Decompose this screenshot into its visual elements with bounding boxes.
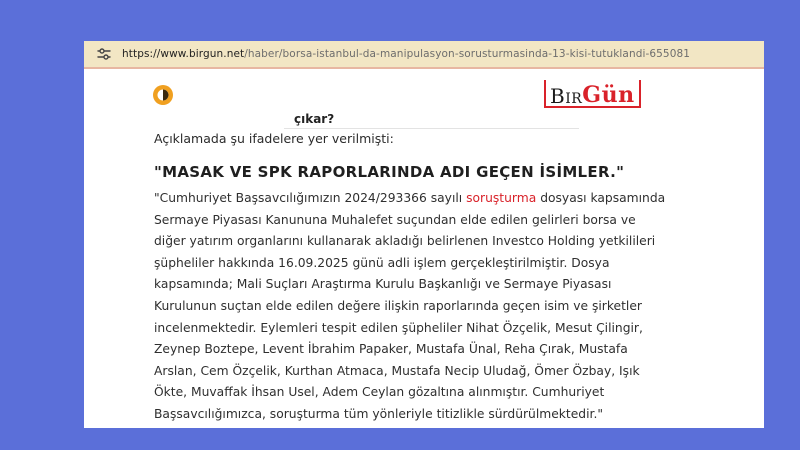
- url-text[interactable]: https://www.birgun.net/haber/borsa-istan…: [122, 48, 690, 60]
- url-path: /haber/borsa-istanbul-da-manipulasyon-so…: [244, 48, 691, 60]
- logo-bir-text: Bir: [550, 84, 583, 108]
- site-header: Bir Gün: [84, 71, 764, 115]
- article-line: Başsavcılığımızca, soruşturma tüm yönler…: [154, 406, 604, 421]
- article-subheading: "MASAK VE SPK RAPORLARINDA ADI GEÇEN İSİ…: [154, 163, 625, 181]
- address-bar[interactable]: https://www.birgun.net/haber/borsa-istan…: [84, 41, 764, 69]
- article-line: Arslan, Cem Özçelik, Kurthan Atmaca, Mus…: [154, 363, 640, 378]
- article-intro: Açıklamada şu ifadelere yer verilmişti:: [154, 131, 394, 146]
- article-line: kapsamında; Mali Suçları Araştırma Kurul…: [154, 277, 612, 292]
- theme-toggle-icon[interactable]: [152, 84, 174, 106]
- article-line: diğer yatırım organlarını kullanarak akl…: [154, 234, 656, 249]
- tune-icon[interactable]: [94, 44, 114, 64]
- article-line-1: "Cumhuriyet Başsavcılığımızın 2024/29336…: [154, 188, 754, 210]
- line1-text-before: "Cumhuriyet Başsavcılığımızın 2024/29336…: [154, 191, 467, 205]
- article-line: Ökte, Muvaffak İhsan Usel, Adem Ceylan g…: [154, 385, 605, 400]
- logo-gun-text: Gün: [582, 82, 635, 108]
- article-line: Kurulunun suçtan elde edilen değere iliş…: [154, 298, 642, 313]
- article-line: incelenmektedir. Eylemleri tespit edilen…: [154, 320, 643, 335]
- birgun-logo[interactable]: Bir Gün: [544, 80, 641, 108]
- line1-text-after: dosyası kapsamında: [536, 191, 666, 205]
- article-line: Zeynep Boztepe, Levent İbrahim Papaker, …: [154, 342, 628, 357]
- browser-window: https://www.birgun.net/haber/borsa-istan…: [84, 41, 764, 428]
- previous-text-fragment: çıkar?: [294, 112, 335, 126]
- article-line: şüpheliler hakkında 16.09.2025 günü adli…: [154, 255, 610, 270]
- url-host: https://www.birgun.net: [122, 48, 245, 60]
- article-line: Sermaye Piyasası Kanununa Muhalefet suçu…: [154, 212, 636, 227]
- soruşturma-link[interactable]: soruşturma: [466, 191, 536, 205]
- article-content: Açıklamada şu ifadelere yer verilmişti: …: [154, 129, 754, 426]
